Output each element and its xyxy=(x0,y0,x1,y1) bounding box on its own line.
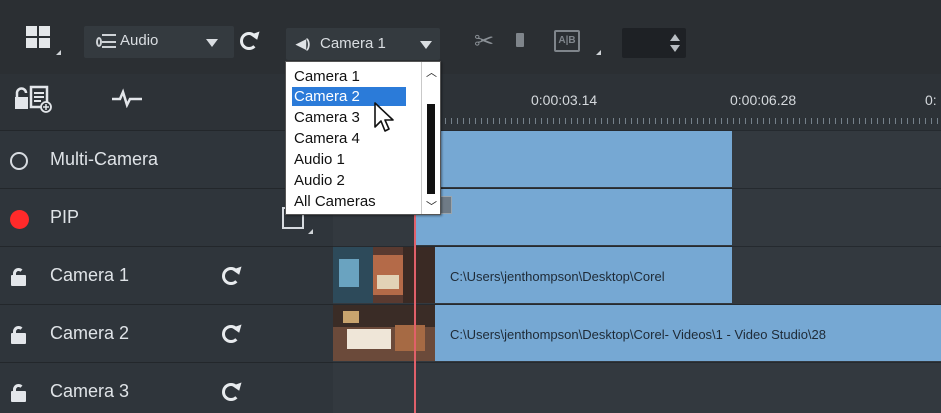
record-dot-icon[interactable] xyxy=(10,210,29,229)
scroll-down-icon[interactable]: ﹀ xyxy=(426,198,437,214)
dropdown-scrollbar[interactable]: ︿ ﹀ xyxy=(421,62,440,214)
track-row-camera-1[interactable]: Camera 1 xyxy=(0,246,333,304)
track-name: Camera 3 xyxy=(50,381,130,401)
toolbar: Audio ◀) Camera 1 ✂ A|B xyxy=(0,0,941,74)
track-row-multi-camera[interactable]: Multi-Camera xyxy=(0,130,333,188)
sync-refresh-icon[interactable] xyxy=(222,325,240,343)
dropdown-option-all-cameras[interactable]: All Cameras xyxy=(292,192,378,211)
marker-icon[interactable] xyxy=(516,33,524,47)
sync-refresh-icon[interactable] xyxy=(240,32,258,50)
camera-1-clip-path: C:\Users\jenthompson\Desktop\Corel xyxy=(450,269,665,284)
dropdown-option-audio-2[interactable]: Audio 2 xyxy=(292,171,347,190)
camera-2-clip-path: C:\Users\jenthompson\Desktop\Corel- Vide… xyxy=(450,327,826,342)
ruler-time-label: 0: xyxy=(925,92,937,108)
scrollbar-thumb[interactable] xyxy=(427,104,435,194)
unlock-icon[interactable] xyxy=(11,384,26,402)
track-name: PIP xyxy=(50,207,80,227)
grid-dropdown-indicator-icon xyxy=(56,50,61,55)
speaker-icon: ◀) xyxy=(296,36,311,51)
audio-waveform-icon[interactable] xyxy=(112,88,142,108)
track-row-pip[interactable]: PIP xyxy=(0,188,333,246)
pip-clip[interactable] xyxy=(415,189,732,245)
unlock-icon[interactable] xyxy=(11,268,26,286)
ab-compare-icon[interactable]: A|B xyxy=(554,30,580,52)
dropdown-option-camera-1[interactable]: Camera 1 xyxy=(292,67,362,86)
circle-outline-icon[interactable] xyxy=(10,152,28,170)
track-name: Multi-Camera xyxy=(50,149,159,169)
scroll-up-icon[interactable]: ︿ xyxy=(426,64,437,80)
playhead-line[interactable] xyxy=(414,190,416,413)
dropdown-option-camera-3[interactable]: Camera 3 xyxy=(292,108,362,127)
dropdown-option-camera-4[interactable]: Camera 4 xyxy=(292,129,362,148)
multi-camera-clip[interactable] xyxy=(415,131,732,187)
camera-1-thumbnail[interactable] xyxy=(333,247,435,303)
stepper-arrows-icon[interactable] xyxy=(670,34,680,52)
ruler-time-label: 0:00:06.28 xyxy=(730,92,797,108)
track-row-camera-2[interactable]: Camera 2 xyxy=(0,304,333,362)
track-name: Camera 1 xyxy=(50,265,130,285)
sync-refresh-icon[interactable] xyxy=(222,267,240,285)
camera-select[interactable]: ◀) Camera 1 xyxy=(286,28,440,60)
chevron-down-icon xyxy=(206,39,218,47)
track-row-camera-3[interactable]: Camera 3 xyxy=(0,362,333,413)
camera-dropdown-list[interactable]: Camera 1 Camera 2 Camera 3 Camera 4 Audi… xyxy=(285,61,441,215)
audio-source-select[interactable]: Audio xyxy=(84,26,234,58)
audio-source-label: Audio xyxy=(120,32,159,49)
ruler-ticks xyxy=(439,118,941,124)
camera-2-thumbnail[interactable] xyxy=(333,305,435,361)
lane-camera-3[interactable] xyxy=(333,362,941,413)
chevron-down-icon xyxy=(420,41,432,49)
unlock-icon[interactable] xyxy=(11,326,26,344)
ab-dropdown-indicator-icon xyxy=(596,50,601,55)
camera-select-label: Camera 1 xyxy=(320,35,386,52)
dropdown-option-audio-1[interactable]: Audio 1 xyxy=(292,150,347,169)
pip-dropdown-indicator-icon xyxy=(308,229,313,234)
scissors-icon[interactable]: ✂ xyxy=(474,30,494,54)
lock-add-track-icon[interactable] xyxy=(14,84,54,114)
ruler-time-label: 0:00:03.14 xyxy=(531,92,598,108)
mouse-pointer-icon xyxy=(374,102,394,132)
audio-mixer-icon xyxy=(96,34,116,50)
multicam-layout-grid-icon[interactable] xyxy=(26,26,54,52)
track-name: Camera 2 xyxy=(50,323,130,343)
sync-refresh-icon[interactable] xyxy=(222,383,240,401)
numeric-stepper[interactable] xyxy=(622,28,686,58)
